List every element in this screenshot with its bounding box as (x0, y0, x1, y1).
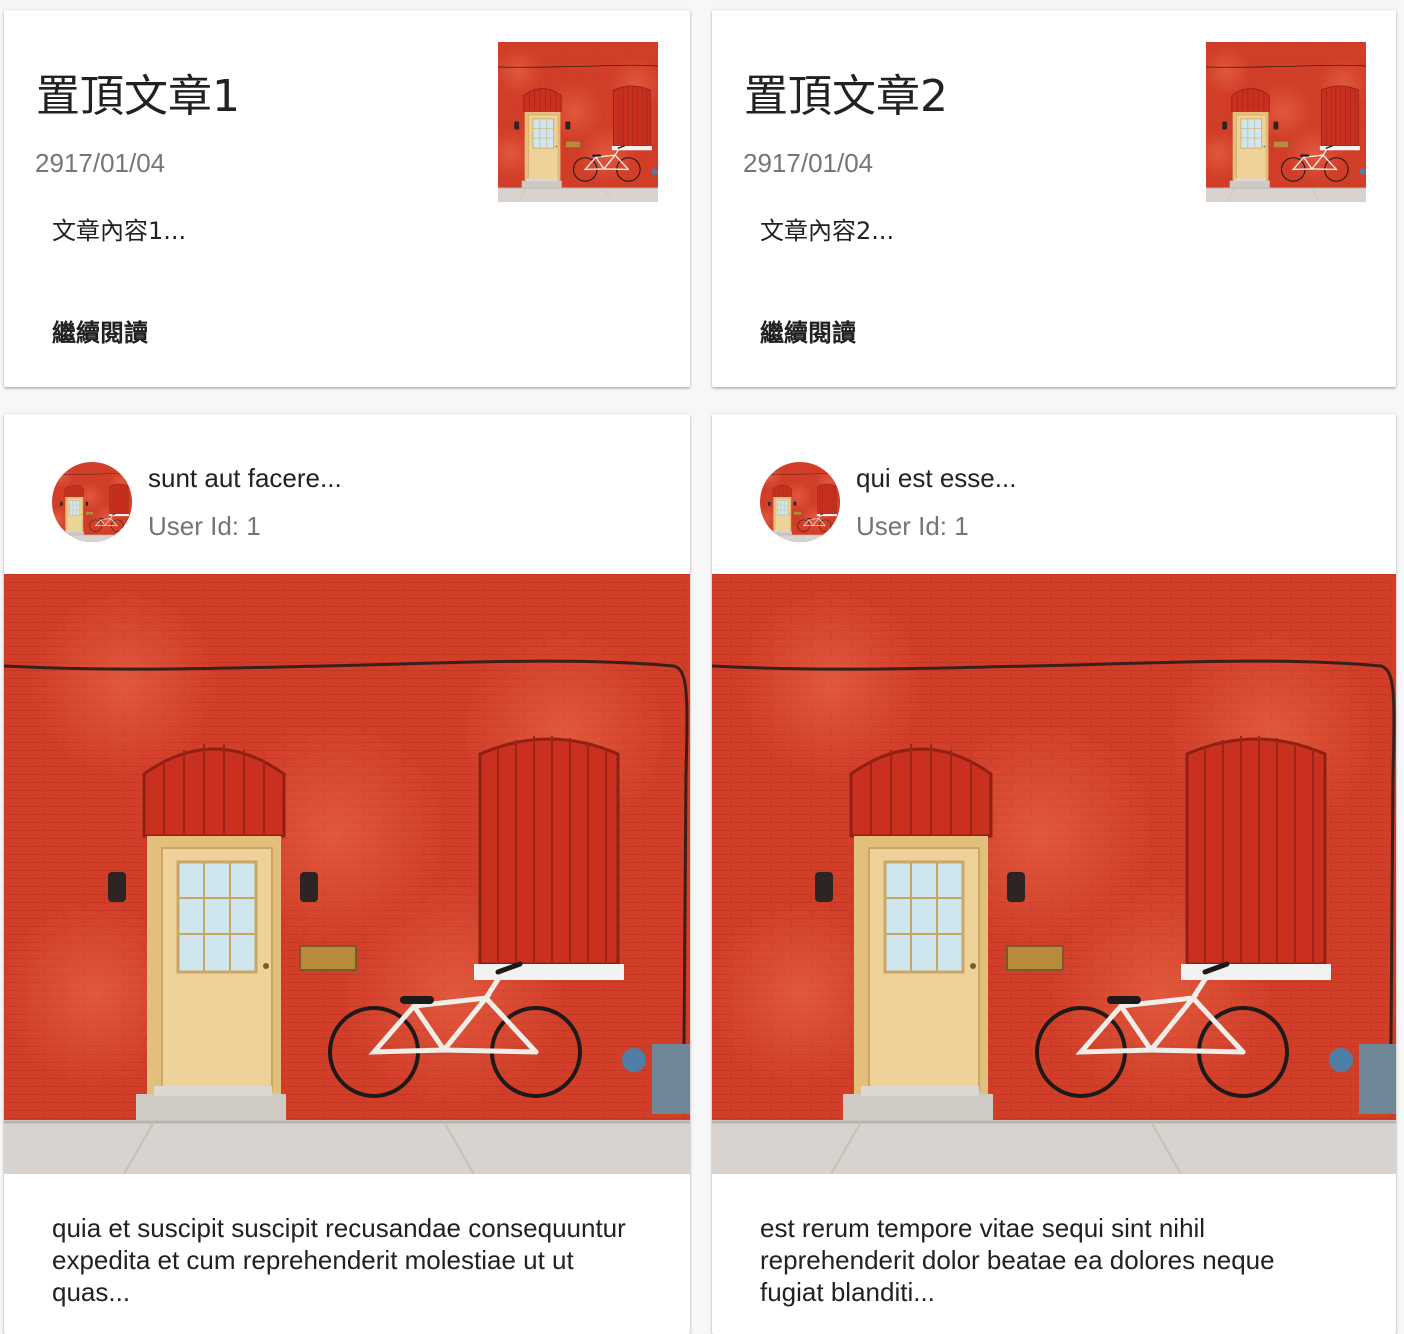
post-user-id: User Id: 1 (148, 511, 261, 541)
post-media-image (4, 574, 690, 1174)
post-card: sunt aut facere... User Id: 1 quia et su… (4, 414, 690, 1334)
post-body-text: est rerum tempore vitae sequi sint nihil… (760, 1213, 1275, 1307)
red-brick-wall-bicycle-photo-icon (760, 462, 840, 542)
avatar (760, 462, 840, 542)
red-brick-wall-bicycle-photo-icon (52, 462, 132, 542)
post-title: qui est esse... (856, 463, 1017, 493)
post-body-text: quia et suscipit suscipit recusandae con… (52, 1213, 626, 1307)
featured-post-card: 置頂文章1 2917/01/04 文章內容1... 繼續閱讀 (4, 10, 690, 387)
featured-post-title: 置頂文章1 (36, 71, 240, 122)
avatar (52, 462, 132, 542)
post-user-id: User Id: 1 (856, 511, 969, 541)
red-brick-wall-bicycle-photo-icon (1206, 42, 1366, 202)
featured-post-date: 2917/01/04 (743, 148, 874, 178)
post-media-image (712, 574, 1396, 1174)
featured-post-title: 置頂文章2 (744, 71, 948, 122)
featured-post-date: 2917/01/04 (35, 148, 166, 178)
featured-post-card: 置頂文章2 2917/01/04 文章內容2... 繼續閱讀 (712, 10, 1396, 387)
read-more-link[interactable]: 繼續閱讀 (52, 318, 148, 348)
read-more-link[interactable]: 繼續閱讀 (760, 318, 856, 348)
red-brick-wall-bicycle-photo-icon (4, 574, 690, 1174)
post-card: qui est esse... User Id: 1 est rerum tem… (712, 414, 1396, 1334)
post-title: sunt aut facere... (148, 463, 342, 493)
featured-post-excerpt: 文章內容2... (760, 217, 895, 245)
featured-post-excerpt: 文章內容1... (52, 217, 187, 245)
red-brick-wall-bicycle-photo-icon (498, 42, 658, 202)
red-brick-wall-bicycle-photo-icon (712, 574, 1396, 1174)
